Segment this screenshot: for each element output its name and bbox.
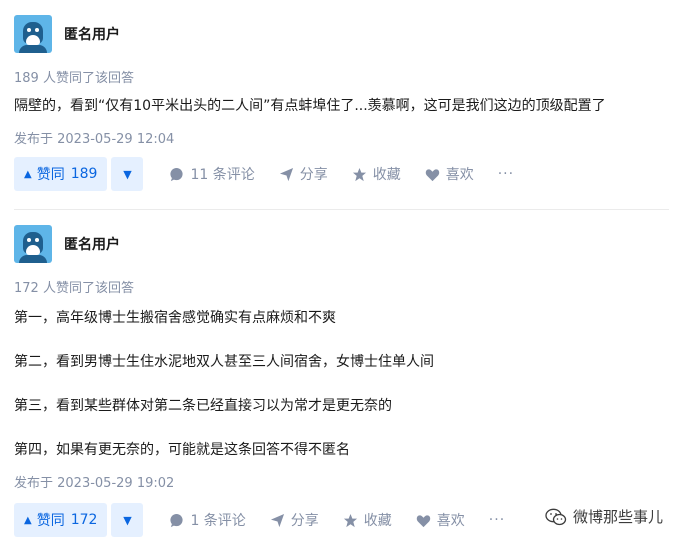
share-button[interactable]: 分享 <box>270 510 319 530</box>
author-name[interactable]: 匿名用户 <box>64 24 120 44</box>
wechat-icon <box>545 508 567 525</box>
author-name[interactable]: 匿名用户 <box>64 234 120 254</box>
upvote-label: 赞同 <box>36 167 65 183</box>
upvote-button[interactable]: ▲ 赞同 172 <box>14 503 108 537</box>
upvote-button[interactable]: ▲ 赞同 189 <box>14 157 108 191</box>
action-bar: ▲ 赞同 172 ▼ 1 条评论 分享 收藏 喜欢 ··· <box>14 503 505 537</box>
send-icon <box>279 167 293 181</box>
author-row: 匿名用户 <box>14 224 120 264</box>
paragraph: 第三，看到某些群体对第二条已经直接习以为常才是更无奈的 <box>14 398 392 414</box>
paragraph: 第二，看到男博士生住水泥地双人甚至三人间宿舍，女博士住单人间 <box>14 354 434 370</box>
heart-icon <box>416 514 431 527</box>
comment-button[interactable]: 1 条评论 <box>169 510 246 530</box>
like-button[interactable]: 喜欢 <box>425 164 474 184</box>
avatar[interactable] <box>14 15 52 53</box>
upvote-note: 189 人赞同了该回答 <box>14 71 134 86</box>
answer-card: 匿名用户 189 人赞同了该回答 隔壁的，看到“仅有10平米出头的二人间”有点蚌… <box>14 10 669 210</box>
like-button[interactable]: 喜欢 <box>416 510 465 530</box>
comment-icon <box>170 167 184 181</box>
triangle-up-icon: ▲ <box>24 168 32 180</box>
send-icon <box>270 513 284 527</box>
watermark-text: 微博那些事儿 <box>572 508 663 526</box>
post-time[interactable]: 发布于 2023-05-29 19:02 <box>14 472 174 491</box>
paragraph: 第一，高年级博士生搬宿舍感觉确实有点麻烦和不爽 <box>14 310 336 326</box>
paragraph: 第四，如果有更无奈的，可能就是这条回答不得不匿名 <box>14 442 350 458</box>
upvote-note: 172 人赞同了该回答 <box>14 281 134 296</box>
star-icon <box>343 513 357 527</box>
collect-button[interactable]: 收藏 <box>352 164 401 184</box>
avatar[interactable] <box>14 225 52 263</box>
answer-content: 第一，高年级博士生搬宿舍感觉确实有点麻烦和不爽 第二，看到男博士生住水泥地双人甚… <box>14 308 434 460</box>
watermark: 微博那些事儿 <box>545 506 663 527</box>
upvote-label: 赞同 <box>36 513 65 529</box>
heart-icon <box>425 168 439 181</box>
downvote-button[interactable]: ▼ <box>111 503 144 537</box>
paragraph: 隔壁的，看到“仅有10平米出头的二人间”有点蚌埠住了...羡慕啊，这可是我们这边… <box>14 98 606 114</box>
comment-icon <box>170 513 184 527</box>
triangle-down-icon: ▼ <box>123 167 132 181</box>
triangle-up-icon: ▲ <box>24 514 32 526</box>
answer-card: 匿名用户 172 人赞同了该回答 第一，高年级博士生搬宿舍感觉确实有点麻烦和不爽… <box>14 220 669 540</box>
collect-button[interactable]: 收藏 <box>343 510 392 530</box>
action-bar: ▲ 赞同 189 ▼ 11 条评论 分享 收藏 喜欢 ··· <box>14 157 514 191</box>
more-icon[interactable]: ··· <box>498 166 514 182</box>
divider <box>14 209 669 210</box>
answer-content: 隔壁的，看到“仅有10平米出头的二人间”有点蚌埠住了...羡慕啊，这可是我们这边… <box>14 96 606 116</box>
upvote-count: 172 <box>70 512 98 528</box>
triangle-down-icon: ▼ <box>123 513 132 527</box>
post-time[interactable]: 发布于 2023-05-29 12:04 <box>14 128 174 147</box>
downvote-button[interactable]: ▼ <box>111 157 144 191</box>
share-button[interactable]: 分享 <box>279 164 328 184</box>
comment-button[interactable]: 11 条评论 <box>169 164 255 184</box>
more-icon[interactable]: ··· <box>489 512 505 528</box>
author-row: 匿名用户 <box>14 14 120 54</box>
star-icon <box>352 167 366 181</box>
upvote-count: 189 <box>70 166 98 182</box>
